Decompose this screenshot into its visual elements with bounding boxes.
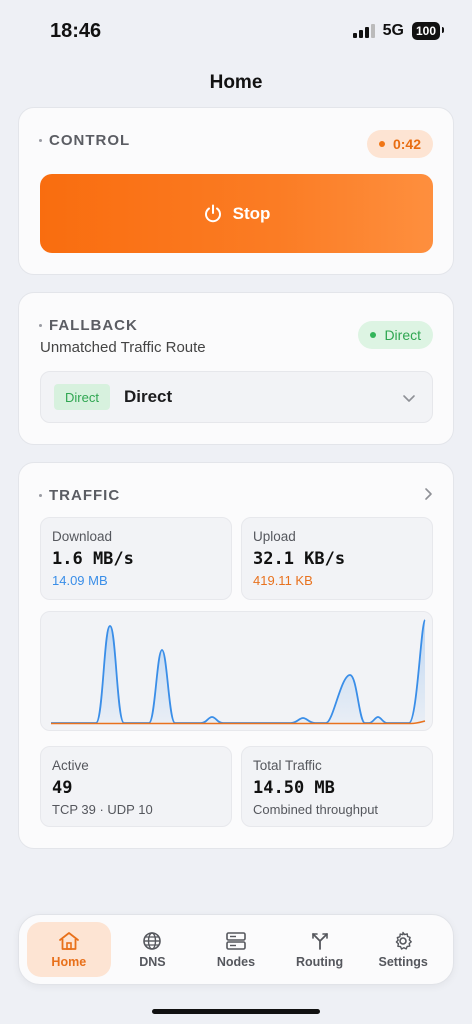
total-traffic-label: Total Traffic: [253, 758, 322, 773]
tab-bar: Home DNS Nodes Routing Settings: [18, 914, 454, 985]
download-rate: 1.6 MB/s: [52, 549, 134, 569]
bullet-dot: [39, 324, 42, 327]
route-value: Direct: [123, 387, 173, 406]
active-label: Active: [52, 758, 89, 773]
fallback-card: FALLBACK Unmatched Traffic Route Direct …: [18, 292, 454, 445]
traffic-chart-svg: [51, 619, 426, 725]
cellular-signal-icon: [352, 24, 375, 38]
active-value: 49: [52, 778, 73, 798]
fallback-section-title: FALLBACK: [49, 317, 138, 334]
bullet-dot: [39, 139, 42, 142]
traffic-card: TRAFFIC Download 1.6 MB/s 14.09 MB Uploa…: [18, 462, 454, 849]
control-section-label: CONTROL: [39, 132, 130, 149]
download-stat: Download 1.6 MB/s 14.09 MB: [40, 517, 232, 600]
control-card: CONTROL 0:42 Stop: [18, 107, 454, 275]
status-dot-icon: [370, 332, 377, 338]
control-section-title: CONTROL: [49, 132, 131, 149]
active-detail: TCP 39 · UDP 10: [52, 802, 153, 817]
tab-routing-label: Routing: [295, 954, 344, 969]
fallback-section-label: FALLBACK: [39, 317, 138, 334]
stop-button-label: Stop: [232, 203, 271, 223]
gear-icon: [395, 931, 413, 950]
chevron-down-icon: [403, 395, 415, 402]
tab-settings-label: Settings: [378, 954, 428, 969]
fallback-status-badge: Direct: [358, 321, 433, 349]
total-traffic-value: 14.50 MB: [253, 778, 335, 798]
status-indicators: 5G 100: [352, 22, 445, 40]
upload-rate: 32.1 KB/s: [253, 549, 346, 569]
active-connections-stat: Active 49 TCP 39 · UDP 10: [40, 746, 232, 827]
tab-home[interactable]: Home: [27, 922, 111, 977]
upload-total: 419.11 KB: [253, 573, 313, 588]
fallback-status-label: Direct: [384, 327, 421, 343]
routing-icon: [311, 932, 328, 950]
status-bar: 18:46 5G 100: [0, 0, 472, 64]
tab-settings[interactable]: Settings: [361, 922, 445, 977]
bullet-dot: [39, 494, 42, 497]
route-tag: Direct: [54, 384, 110, 410]
globe-icon: [143, 931, 162, 950]
home-indicator[interactable]: [152, 1009, 320, 1014]
upload-label: Upload: [253, 529, 296, 544]
fallback-route-select[interactable]: Direct Direct: [40, 371, 433, 423]
home-icon: [58, 931, 79, 950]
session-timer-badge: 0:42: [366, 130, 433, 158]
download-label: Download: [52, 529, 113, 544]
tab-dns-label: DNS: [139, 954, 166, 969]
page-title: Home: [209, 72, 263, 93]
tab-home-label: Home: [51, 954, 87, 969]
chevron-right-icon[interactable]: [421, 487, 435, 501]
fallback-subtitle: Unmatched Traffic Route: [40, 339, 206, 356]
timer-value: 0:42: [392, 136, 421, 152]
traffic-section-title: TRAFFIC: [49, 487, 121, 504]
battery-icon: 100: [411, 22, 445, 40]
status-time: 18:46: [50, 20, 102, 42]
traffic-section-label: TRAFFIC: [39, 487, 120, 504]
power-icon: [204, 204, 221, 222]
tab-nodes[interactable]: Nodes: [194, 922, 278, 977]
traffic-chart: [40, 611, 433, 731]
network-type: 5G: [382, 22, 404, 39]
total-traffic-detail: Combined throughput: [253, 802, 379, 817]
total-traffic-stat: Total Traffic 14.50 MB Combined throughp…: [241, 746, 433, 827]
tab-nodes-label: Nodes: [216, 954, 256, 969]
tab-dns[interactable]: DNS: [111, 922, 195, 977]
timer-dot-icon: [378, 141, 385, 147]
upload-stat: Upload 32.1 KB/s 419.11 KB: [241, 517, 433, 600]
stop-button[interactable]: Stop: [40, 174, 433, 253]
server-icon: [226, 931, 246, 950]
tab-routing[interactable]: Routing: [278, 922, 362, 977]
download-total: 14.09 MB: [52, 573, 108, 588]
